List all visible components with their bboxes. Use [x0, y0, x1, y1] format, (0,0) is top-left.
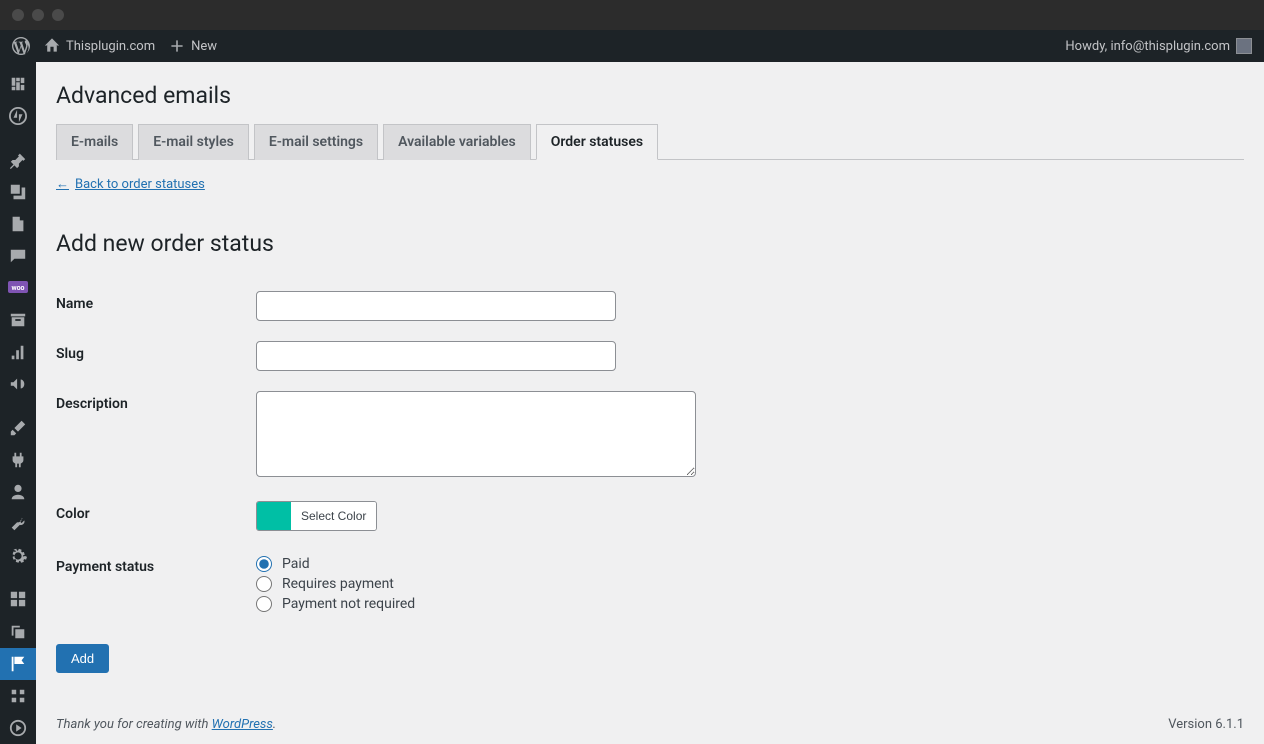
sidebar-item-pages[interactable] — [0, 208, 36, 240]
radio-paid-text: Paid — [282, 556, 310, 572]
tab-emails[interactable]: E-mails — [56, 124, 133, 160]
sidebar-item-media[interactable] — [0, 176, 36, 208]
wp-logo-menu[interactable] — [12, 37, 30, 55]
footer-thanks-suffix: . — [273, 717, 276, 732]
tab-email-styles[interactable]: E-mail styles — [138, 124, 249, 160]
home-icon — [44, 38, 60, 54]
sidebar-item-analytics[interactable] — [0, 336, 36, 368]
radio-not-required[interactable] — [256, 596, 272, 612]
color-swatch — [257, 502, 291, 530]
window-zoom-dot[interactable] — [52, 9, 64, 21]
radio-paid-label[interactable]: Paid — [256, 554, 1234, 574]
back-to-order-statuses-link[interactable]: ← Back to order statuses — [56, 176, 205, 192]
sidebar-item-generic-2[interactable] — [0, 615, 36, 647]
radio-paid[interactable] — [256, 556, 272, 572]
tab-email-settings[interactable]: E-mail settings — [254, 124, 378, 160]
archive-icon — [9, 311, 27, 329]
window-close-dot[interactable] — [12, 9, 24, 21]
sidebar-item-marketing[interactable] — [0, 368, 36, 400]
color-label: Color — [56, 491, 256, 544]
radio-requires-payment[interactable] — [256, 576, 272, 592]
footer-version: Version 6.1.1 — [1168, 717, 1244, 732]
sidebar-item-generic-4[interactable] — [0, 712, 36, 744]
arrow-left-icon: ← — [56, 176, 69, 192]
wordpress-link[interactable]: WordPress — [212, 717, 273, 732]
back-link-label: Back to order statuses — [75, 177, 205, 192]
tab-available-variables[interactable]: Available variables — [383, 124, 531, 160]
megaphone-icon — [9, 375, 27, 393]
flag-icon — [9, 655, 27, 673]
sidebar-item-thisplugin[interactable] — [0, 648, 36, 680]
tools-icon — [9, 515, 27, 533]
radio-not-required-label[interactable]: Payment not required — [256, 594, 1234, 614]
sidebar-item-dashboard[interactable] — [0, 68, 36, 100]
sidebar-item-jetpack[interactable] — [0, 100, 36, 132]
greeting-label: Howdy, info@thisplugin.com — [1065, 39, 1230, 54]
main-content: Advanced emails E-mails E-mail styles E-… — [36, 62, 1264, 744]
dashboard-icon — [9, 75, 27, 93]
form-table: Name Slug Description Color Select Color — [56, 281, 1244, 624]
tab-order-statuses[interactable]: Order statuses — [536, 124, 658, 160]
site-name-link[interactable]: Thisplugin.com — [44, 38, 155, 54]
payment-status-label: Payment status — [56, 544, 256, 624]
footer-thanks-prefix: Thank you for creating with — [56, 717, 212, 732]
section-title: Add new order status — [56, 230, 1244, 257]
svg-text:woo: woo — [11, 284, 24, 292]
add-button[interactable]: Add — [56, 644, 109, 673]
slug-label: Slug — [56, 331, 256, 381]
comments-icon — [9, 247, 27, 265]
radio-requires-text: Requires payment — [282, 576, 394, 592]
sidebar-item-posts[interactable] — [0, 144, 36, 176]
sidebar-item-products[interactable] — [0, 304, 36, 336]
footer: Thank you for creating with WordPress. V… — [56, 707, 1244, 744]
woo-icon: woo — [8, 281, 28, 295]
plus-icon — [169, 38, 185, 54]
payment-status-radios: Paid Requires payment Payment not requir… — [256, 554, 1234, 614]
sidebar-item-woocommerce[interactable]: woo — [0, 272, 36, 304]
grid-icon — [9, 687, 27, 705]
description-label: Description — [56, 381, 256, 491]
avatar-icon — [1236, 38, 1252, 54]
brush-icon — [9, 419, 27, 437]
description-textarea[interactable] — [256, 391, 696, 477]
select-color-button[interactable]: Select Color — [291, 502, 376, 530]
admin-sidebar: woo — [0, 62, 36, 744]
sidebar-item-generic-1[interactable] — [0, 583, 36, 615]
sidebar-item-tools[interactable] — [0, 508, 36, 540]
sidebar-item-plugins[interactable] — [0, 444, 36, 476]
jetpack-icon — [9, 107, 27, 125]
play-circle-icon — [9, 719, 27, 737]
new-content-link[interactable]: New — [169, 38, 217, 54]
analytics-icon — [9, 343, 27, 361]
pin-icon — [9, 151, 27, 169]
window-minimize-dot[interactable] — [32, 9, 44, 21]
nav-tabs: E-mails E-mail styles E-mail settings Av… — [56, 123, 1244, 160]
footer-thanks: Thank you for creating with WordPress. — [56, 717, 276, 732]
window-chrome — [0, 0, 1264, 30]
sidebar-item-comments[interactable] — [0, 240, 36, 272]
name-label: Name — [56, 281, 256, 331]
name-input[interactable] — [256, 291, 616, 321]
plugin-icon — [9, 451, 27, 469]
radio-not-required-text: Payment not required — [282, 596, 415, 612]
site-name-label: Thisplugin.com — [66, 39, 155, 54]
slug-input[interactable] — [256, 341, 616, 371]
sidebar-item-generic-3[interactable] — [0, 680, 36, 712]
new-content-label: New — [191, 39, 217, 54]
my-account-link[interactable]: Howdy, info@thisplugin.com — [1065, 38, 1252, 54]
users-icon — [9, 483, 27, 501]
page-title: Advanced emails — [56, 62, 1244, 123]
sidebar-item-users[interactable] — [0, 476, 36, 508]
wordpress-logo-icon — [12, 37, 30, 55]
settings-icon — [9, 547, 27, 565]
color-picker[interactable]: Select Color — [256, 501, 377, 531]
radio-requires-label[interactable]: Requires payment — [256, 574, 1234, 594]
admin-bar: Thisplugin.com New Howdy, info@thisplugi… — [0, 30, 1264, 62]
layout-icon — [9, 590, 27, 608]
copy-icon — [9, 623, 27, 641]
pages-icon — [9, 215, 27, 233]
sidebar-item-settings[interactable] — [0, 540, 36, 572]
sidebar-item-appearance[interactable] — [0, 412, 36, 444]
media-icon — [9, 183, 27, 201]
